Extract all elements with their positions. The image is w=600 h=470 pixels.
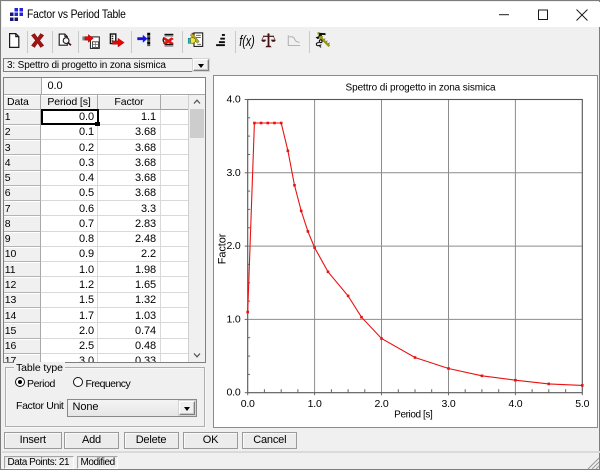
svg-text:4.0: 4.0 (508, 398, 522, 410)
svg-text:3.0: 3.0 (442, 398, 456, 410)
svg-text:2.0: 2.0 (375, 398, 389, 410)
svg-text:4.0: 4.0 (227, 94, 241, 106)
svg-text:2.0: 2.0 (227, 240, 241, 252)
svg-text:5.0: 5.0 (575, 398, 589, 410)
svg-text:0.0: 0.0 (227, 387, 241, 399)
svg-text:0.0: 0.0 (241, 398, 255, 410)
svg-text:Spettro di progetto in zona si: Spettro di progetto in zona sismica (346, 83, 496, 94)
svg-text:f(x): f(x) (239, 34, 254, 50)
svg-text:3.0: 3.0 (227, 167, 241, 179)
svg-text:1.0: 1.0 (227, 313, 241, 325)
svg-text:1.0: 1.0 (308, 398, 322, 410)
svg-text:Period [s]: Period [s] (394, 409, 433, 420)
